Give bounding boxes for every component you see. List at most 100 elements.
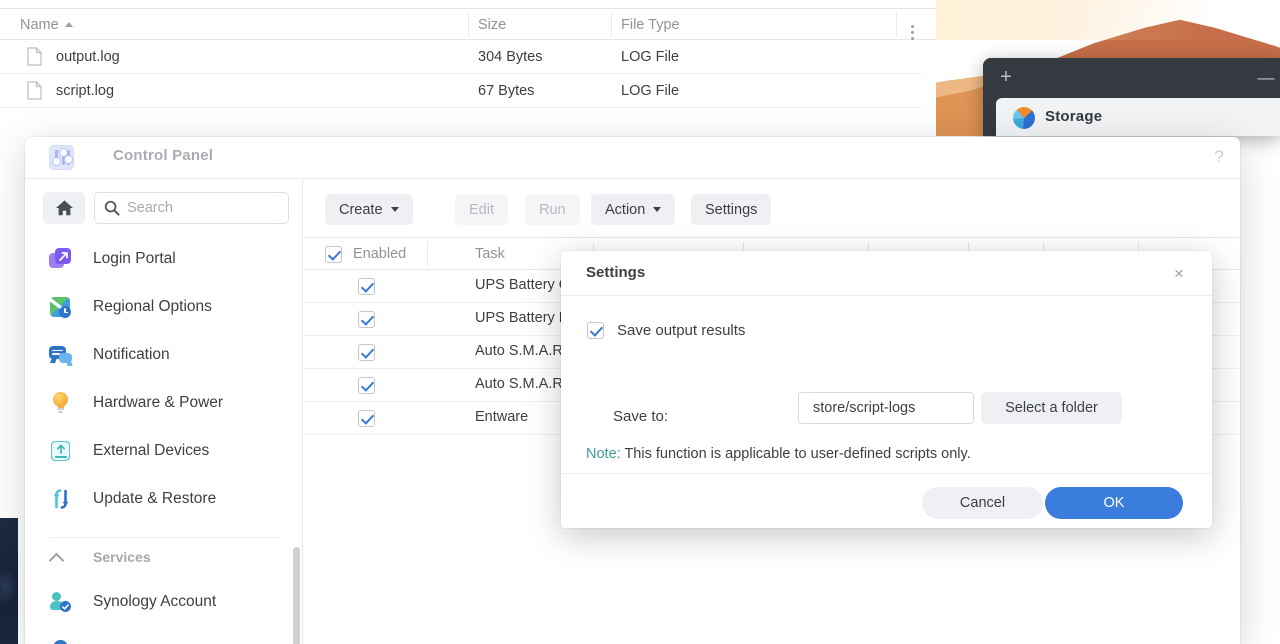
file-type: LOG File — [621, 48, 680, 65]
external-devices-icon — [49, 439, 73, 463]
table-row[interactable]: output.log 304 Bytes LOG File — [0, 40, 922, 74]
dialog-body: Save output results Save to: store/scrip… — [561, 296, 1212, 473]
sky-gradient — [936, 0, 1280, 40]
column-header-enabled-label: Enabled — [353, 246, 407, 262]
help-icon[interactable]: ? — [1207, 145, 1231, 169]
row-enabled-checkbox[interactable] — [358, 377, 375, 394]
update-restore-icon — [49, 487, 73, 511]
regional-options-icon — [49, 295, 73, 319]
column-divider[interactable] — [468, 12, 469, 37]
background-window-fragment — [0, 518, 18, 644]
create-button[interactable]: Create — [325, 194, 413, 225]
sidebar-item-hardware-power[interactable]: Hardware & Power — [25, 379, 302, 427]
task-name: Entware — [475, 409, 529, 425]
select-a-folder-label: Select a folder — [1005, 400, 1098, 416]
sidebar-item-external-devices[interactable]: External Devices — [25, 427, 302, 475]
run-button[interactable]: Run — [525, 194, 580, 225]
save-to-value: store/script-logs — [813, 400, 916, 416]
notification-icon — [49, 343, 73, 367]
sidebar-item-label: Hardware & Power — [93, 394, 224, 411]
sidebar-toolbar: Search — [25, 179, 302, 235]
service-icon — [49, 638, 73, 644]
checkbox-box[interactable] — [587, 322, 604, 339]
save-output-results-checkbox[interactable]: Save output results — [587, 322, 745, 339]
ok-button[interactable]: OK — [1045, 487, 1183, 519]
row-enabled-checkbox[interactable] — [358, 344, 375, 361]
action-button[interactable]: Action — [591, 194, 676, 225]
column-header-task[interactable]: Task — [475, 238, 505, 270]
sidebar-item-notification[interactable]: Notification — [25, 331, 302, 379]
home-button[interactable] — [43, 192, 85, 224]
column-header-size[interactable]: Size — [478, 9, 506, 40]
chevron-down-icon — [653, 207, 662, 212]
column-header-size-label: Size — [478, 16, 507, 33]
save-output-results-label: Save output results — [617, 322, 746, 339]
column-divider[interactable] — [896, 12, 897, 37]
row-enabled-checkbox[interactable] — [358, 410, 375, 427]
create-button-label: Create — [339, 201, 383, 218]
sidebar-group-services[interactable]: Services — [25, 536, 302, 578]
storage-window[interactable]: + — Storage — [983, 58, 1280, 136]
row-enabled-checkbox[interactable] — [358, 311, 375, 328]
control-panel-sidebar: Search Login Portal Regional Options Not… — [25, 179, 303, 644]
sidebar-scrollbar[interactable] — [293, 547, 300, 644]
sidebar-item-label: Update & Restore — [93, 490, 217, 507]
table-row[interactable]: script.log 67 Bytes LOG File — [0, 74, 922, 108]
sidebar-item-regional-options[interactable]: Regional Options — [25, 283, 302, 331]
column-divider[interactable] — [427, 242, 428, 266]
file-size: 67 Bytes — [478, 82, 535, 99]
window-titlebar: Control Panel ? — — [25, 137, 1240, 179]
storage-label: Storage — [1045, 108, 1103, 125]
control-panel-icon — [49, 145, 74, 170]
chevron-down-icon — [390, 207, 399, 212]
sidebar-item-label: Notification — [93, 346, 170, 363]
settings-dialog: Settings × Save output results Save to: … — [561, 251, 1212, 528]
sidebar-item-label: External Devices — [93, 442, 210, 459]
cancel-button-label: Cancel — [959, 495, 1006, 511]
select-a-folder-button[interactable]: Select a folder — [981, 392, 1122, 424]
sidebar-item-partial[interactable] — [25, 626, 302, 644]
storage-window-body: Storage — [996, 98, 1280, 136]
sidebar-item-label: Synology Account — [93, 593, 217, 610]
file-icon — [27, 47, 42, 66]
home-icon — [55, 200, 73, 216]
pie-chart-icon — [1013, 107, 1035, 129]
page-title: Control Panel — [113, 147, 214, 164]
search-input[interactable]: Search — [94, 192, 289, 224]
file-name: output.log — [56, 48, 120, 65]
sidebar-item-login-portal[interactable]: Login Portal — [25, 235, 302, 283]
select-all-checkbox[interactable] — [325, 245, 342, 263]
settings-button[interactable]: Settings — [691, 194, 772, 225]
login-portal-icon — [49, 247, 73, 271]
cancel-button[interactable]: Cancel — [922, 487, 1043, 519]
column-divider[interactable] — [611, 12, 612, 37]
dialog-titlebar: Settings × — [561, 251, 1212, 296]
sidebar-item-label: Login Portal — [93, 250, 176, 267]
column-header-task-label: Task — [475, 246, 505, 262]
synology-account-icon — [49, 590, 73, 614]
column-header-name-label: Name — [20, 16, 59, 33]
column-header-filetype[interactable]: File Type — [621, 9, 680, 40]
edit-button[interactable]: Edit — [455, 194, 508, 225]
sidebar-item-synology-account[interactable]: Synology Account — [25, 578, 302, 626]
save-to-label: Save to: — [613, 408, 669, 425]
search-placeholder: Search — [127, 200, 173, 216]
sidebar-item-label: Regional Options — [93, 298, 212, 315]
column-header-name[interactable]: Name — [20, 9, 73, 40]
storage-window-tabbar: + — — [983, 58, 1280, 98]
column-header-enabled[interactable]: Enabled — [325, 238, 406, 270]
note-body: This function is applicable to user-defi… — [620, 446, 971, 462]
minimize-icon[interactable]: — — [1256, 69, 1276, 86]
search-icon — [104, 200, 120, 216]
chevron-up-icon — [49, 549, 66, 566]
task-toolbar: Create Edit Run Action Settings — [303, 179, 1240, 237]
save-to-input[interactable]: store/script-logs — [798, 392, 974, 424]
row-enabled-checkbox[interactable] — [358, 278, 375, 295]
plus-icon[interactable]: + — [997, 67, 1015, 87]
dialog-footer: Cancel OK — [561, 473, 1212, 528]
close-icon[interactable]: × — [1166, 261, 1192, 287]
edit-button-label: Edit — [469, 201, 494, 218]
note-prefix: Note: — [586, 446, 621, 462]
run-button-label: Run — [539, 201, 566, 218]
sidebar-item-update-restore[interactable]: Update & Restore — [25, 475, 302, 523]
